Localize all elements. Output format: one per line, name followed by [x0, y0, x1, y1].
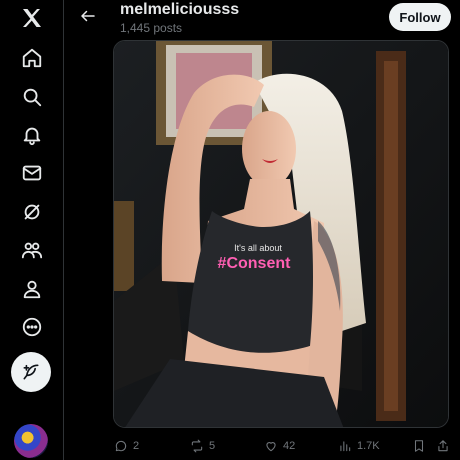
- post-media-image[interactable]: It's all about #Consent: [113, 40, 449, 428]
- more-icon[interactable]: [14, 309, 50, 345]
- x-logo-icon[interactable]: [14, 0, 50, 36]
- post-count: 1,445 posts: [120, 21, 183, 35]
- views-count: 1.7K: [357, 440, 380, 452]
- shirt-hashtag-text: #Consent: [218, 255, 292, 272]
- communities-icon[interactable]: [14, 232, 50, 268]
- share-button[interactable]: [436, 436, 455, 456]
- reply-count: 2: [133, 440, 140, 452]
- heart-icon: [266, 442, 276, 452]
- bookmark-icon: [414, 440, 424, 452]
- messages-icon[interactable]: [14, 155, 50, 191]
- profile-header: melmeliciousss 1,445 posts Follow: [64, 0, 460, 40]
- sidebar-nav: [0, 0, 64, 460]
- notifications-icon[interactable]: [14, 117, 50, 153]
- media-photo: It's all about #Consent: [114, 41, 448, 427]
- like-button[interactable]: 42: [264, 436, 295, 456]
- profile-icon[interactable]: [14, 271, 50, 307]
- profile-name[interactable]: melmeliciousss: [120, 1, 239, 19]
- compose-feather-icon: [23, 364, 39, 380]
- repost-count: 5: [209, 440, 216, 452]
- shirt-small-text: It's all about: [234, 243, 282, 253]
- back-arrow-icon[interactable]: [76, 4, 100, 28]
- reply-button[interactable]: 2: [114, 436, 139, 456]
- bookmark-button[interactable]: [412, 436, 431, 456]
- like-count: 42: [283, 440, 296, 452]
- follow-button[interactable]: Follow: [389, 3, 451, 31]
- post-action-bar: 2 5 42 1.7K: [64, 436, 460, 456]
- grok-icon[interactable]: [14, 194, 50, 230]
- search-icon[interactable]: [14, 79, 50, 115]
- home-icon[interactable]: [14, 40, 50, 76]
- reply-icon: [115, 440, 127, 452]
- compose-button[interactable]: [11, 352, 51, 392]
- views-chart-icon: [340, 441, 351, 452]
- repost-icon: [191, 439, 203, 453]
- share-icon: [438, 440, 448, 452]
- repost-button[interactable]: 5: [190, 436, 215, 456]
- views-button[interactable]: 1.7K: [338, 436, 380, 456]
- account-avatar[interactable]: [14, 424, 48, 458]
